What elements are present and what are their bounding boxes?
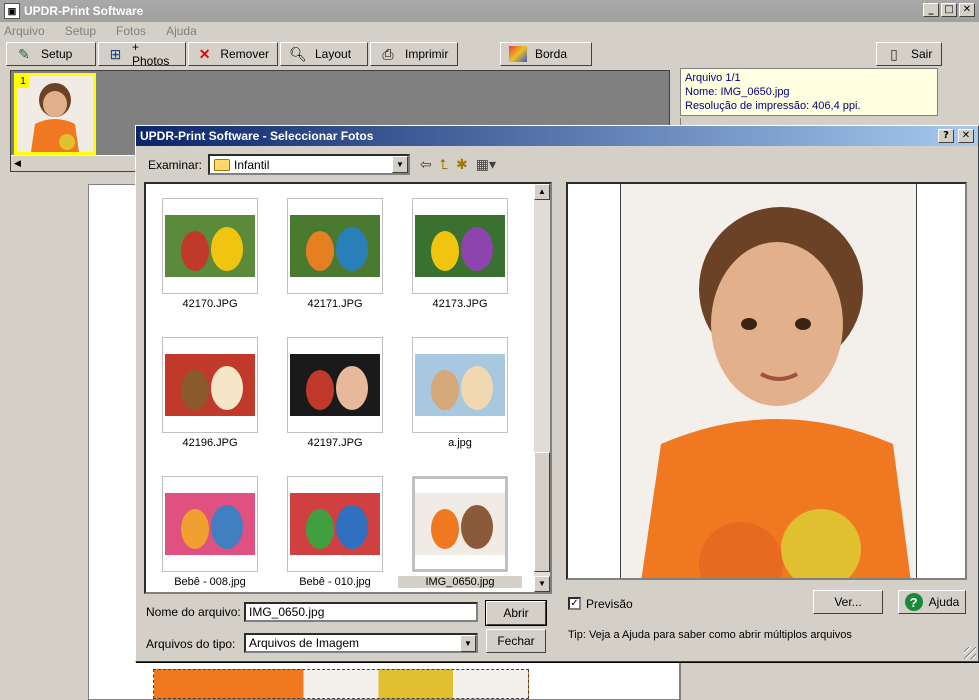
main-toolbar: ✎ Setup ⊞ + Photos ✕ Remover 🔍︎ Layout ⎙… — [0, 40, 979, 68]
file-grid: 42170.JPG 42171.JPG 42173.JPG 42196.JPG 4219… — [146, 184, 536, 592]
info-file-name: Nome: IMG_0650.jpg — [685, 86, 790, 98]
folder-icon — [214, 158, 230, 171]
exit-button[interactable]: ▯ Sair — [876, 42, 942, 66]
file-name: 42170.JPG — [182, 298, 238, 310]
printer-icon: ⎙ — [382, 45, 394, 62]
add-photos-button[interactable]: ⊞ + Photos — [98, 40, 186, 68]
help-button[interactable]: ? Ajuda — [898, 590, 966, 614]
dialog-title-bar: UPDR-Print Software - Seleccionar Fotos — [136, 126, 978, 146]
back-arrow-icon[interactable]: ⇦ — [420, 156, 432, 173]
child-preview-photo — [621, 184, 916, 578]
scroll-down-icon[interactable]: ▼ — [534, 576, 550, 592]
thumbnail-number: 1 — [17, 76, 29, 88]
layout-button[interactable]: 🔍︎ Layout — [280, 42, 368, 66]
file-name: a.jpg — [448, 437, 472, 449]
look-in-dropdown[interactable]: Infantil ▼ — [208, 154, 410, 175]
menu-fotos[interactable]: Fotos — [116, 24, 146, 38]
file-name: 42171.JPG — [307, 298, 363, 310]
setup-icon: ✎ — [18, 45, 30, 62]
dialog-help-button[interactable]: ? — [938, 129, 954, 143]
print-button[interactable]: ⎙ Imprimir — [370, 42, 458, 66]
remove-button[interactable]: ✕ Remover — [188, 42, 278, 66]
file-thumbnail[interactable] — [287, 476, 383, 572]
file-item[interactable]: 42173.JPG — [398, 184, 518, 314]
preview-checkbox[interactable]: ✓ — [568, 597, 581, 610]
app-icon: ▣ — [4, 3, 20, 19]
file-item[interactable]: 42196.JPG — [148, 323, 268, 453]
file-item[interactable]: Bebê - 008.jpg — [148, 462, 268, 592]
menu-arquivo[interactable]: Arquivo — [4, 24, 45, 38]
filename-input[interactable]: IMG_0650.jpg — [244, 602, 478, 622]
preview-image — [620, 184, 917, 578]
chevron-down-icon[interactable]: ▼ — [392, 156, 408, 173]
menu-bar: Arquivo Setup Fotos Ajuda — [0, 22, 979, 40]
filetype-label: Arquivos do tipo: — [146, 637, 236, 651]
menu-setup[interactable]: Setup — [65, 24, 96, 38]
look-in-label: Examinar: — [148, 158, 203, 172]
file-thumbnail[interactable] — [412, 337, 508, 433]
file-thumbnail[interactable] — [412, 476, 508, 572]
maximize-button[interactable]: □ — [941, 3, 957, 17]
info-print-resolution: Resolução de impressão: 406,4 ppi. — [685, 100, 861, 112]
file-thumbnail[interactable] — [162, 198, 258, 294]
file-info-panel: Arquivo 1/1 Nome: IMG_0650.jpg Resolução… — [680, 68, 938, 116]
view-menu-icon[interactable]: ▦▾ — [476, 156, 496, 173]
remove-icon: ✕ — [198, 45, 211, 62]
file-thumbnail[interactable] — [287, 198, 383, 294]
app-title: UPDR-Print Software — [24, 4, 144, 18]
nav-toolbar: ⇦ ⮤ ✱ ▦▾ — [420, 156, 496, 173]
up-folder-icon[interactable]: ⮤ — [440, 156, 448, 173]
resize-grip[interactable] — [964, 647, 976, 659]
file-item[interactable]: Bebê - 010.jpg — [273, 462, 393, 592]
file-item[interactable]: IMG_0650.jpg — [398, 462, 522, 592]
border-button[interactable]: Borda — [500, 42, 592, 66]
file-thumbnail[interactable] — [162, 476, 258, 572]
door-icon: ▯ — [890, 45, 898, 62]
menu-ajuda[interactable]: Ajuda — [166, 24, 197, 38]
help-icon: ? — [904, 593, 923, 611]
file-thumbnail[interactable] — [162, 337, 258, 433]
border-icon — [509, 46, 527, 62]
dialog-close-button[interactable]: ✕ — [958, 129, 974, 143]
app-title-bar: ▣ UPDR-Print Software _ □ ✕ — [0, 0, 979, 22]
filetype-dropdown[interactable]: Arquivos de Imagem ▼ — [244, 633, 478, 653]
dialog-title: UPDR-Print Software - Seleccionar Fotos — [140, 129, 374, 143]
file-thumbnail[interactable] — [287, 337, 383, 433]
file-item[interactable]: 42170.JPG — [148, 184, 268, 314]
cancel-button[interactable]: Fechar — [486, 629, 546, 653]
open-button[interactable]: Abrir — [485, 600, 547, 626]
setup-button[interactable]: ✎ Setup — [6, 42, 96, 66]
scroll-thumb[interactable] — [534, 452, 550, 572]
file-item[interactable]: a.jpg — [398, 323, 518, 453]
file-name: IMG_0650.jpg — [398, 576, 522, 588]
scroll-up-icon[interactable]: ▲ — [534, 184, 550, 200]
view-button[interactable]: Ver... — [813, 590, 883, 614]
strip-scrollbar[interactable]: ◀ — [11, 155, 141, 171]
preview-pane — [566, 182, 967, 580]
new-folder-icon[interactable]: ✱ — [456, 156, 468, 173]
file-name: 42197.JPG — [307, 437, 363, 449]
file-item[interactable]: 42197.JPG — [273, 323, 393, 453]
strip-thumbnail[interactable]: 1 — [14, 73, 96, 155]
tip-text: Tip: Veja a Ajuda para saber como abrir … — [568, 629, 852, 641]
filename-label: Nome do arquivo: — [146, 605, 241, 619]
info-file-count: Arquivo 1/1 — [685, 72, 741, 84]
chevron-down-icon[interactable]: ▼ — [460, 635, 476, 652]
layout-icon: 🔍︎ — [289, 45, 307, 62]
minimize-button[interactable]: _ — [923, 3, 939, 17]
file-name: 42173.JPG — [432, 298, 488, 310]
close-button[interactable]: ✕ — [959, 3, 975, 17]
look-in-value: Infantil — [234, 157, 270, 172]
preview-label: Previsão — [586, 597, 633, 611]
file-name: Bebê - 008.jpg — [174, 576, 246, 588]
file-name: Bebê - 010.jpg — [299, 576, 371, 588]
file-list-scrollbar[interactable]: ▲ ▼ — [534, 184, 550, 592]
file-name: 42196.JPG — [182, 437, 238, 449]
file-list: 42170.JPG 42171.JPG 42173.JPG 42196.JPG 4219… — [144, 182, 552, 594]
file-item[interactable]: 42171.JPG — [273, 184, 393, 314]
select-photos-dialog: UPDR-Print Software - Seleccionar Fotos … — [135, 125, 979, 662]
add-photos-icon: ⊞ — [109, 45, 122, 62]
file-thumbnail[interactable] — [412, 198, 508, 294]
